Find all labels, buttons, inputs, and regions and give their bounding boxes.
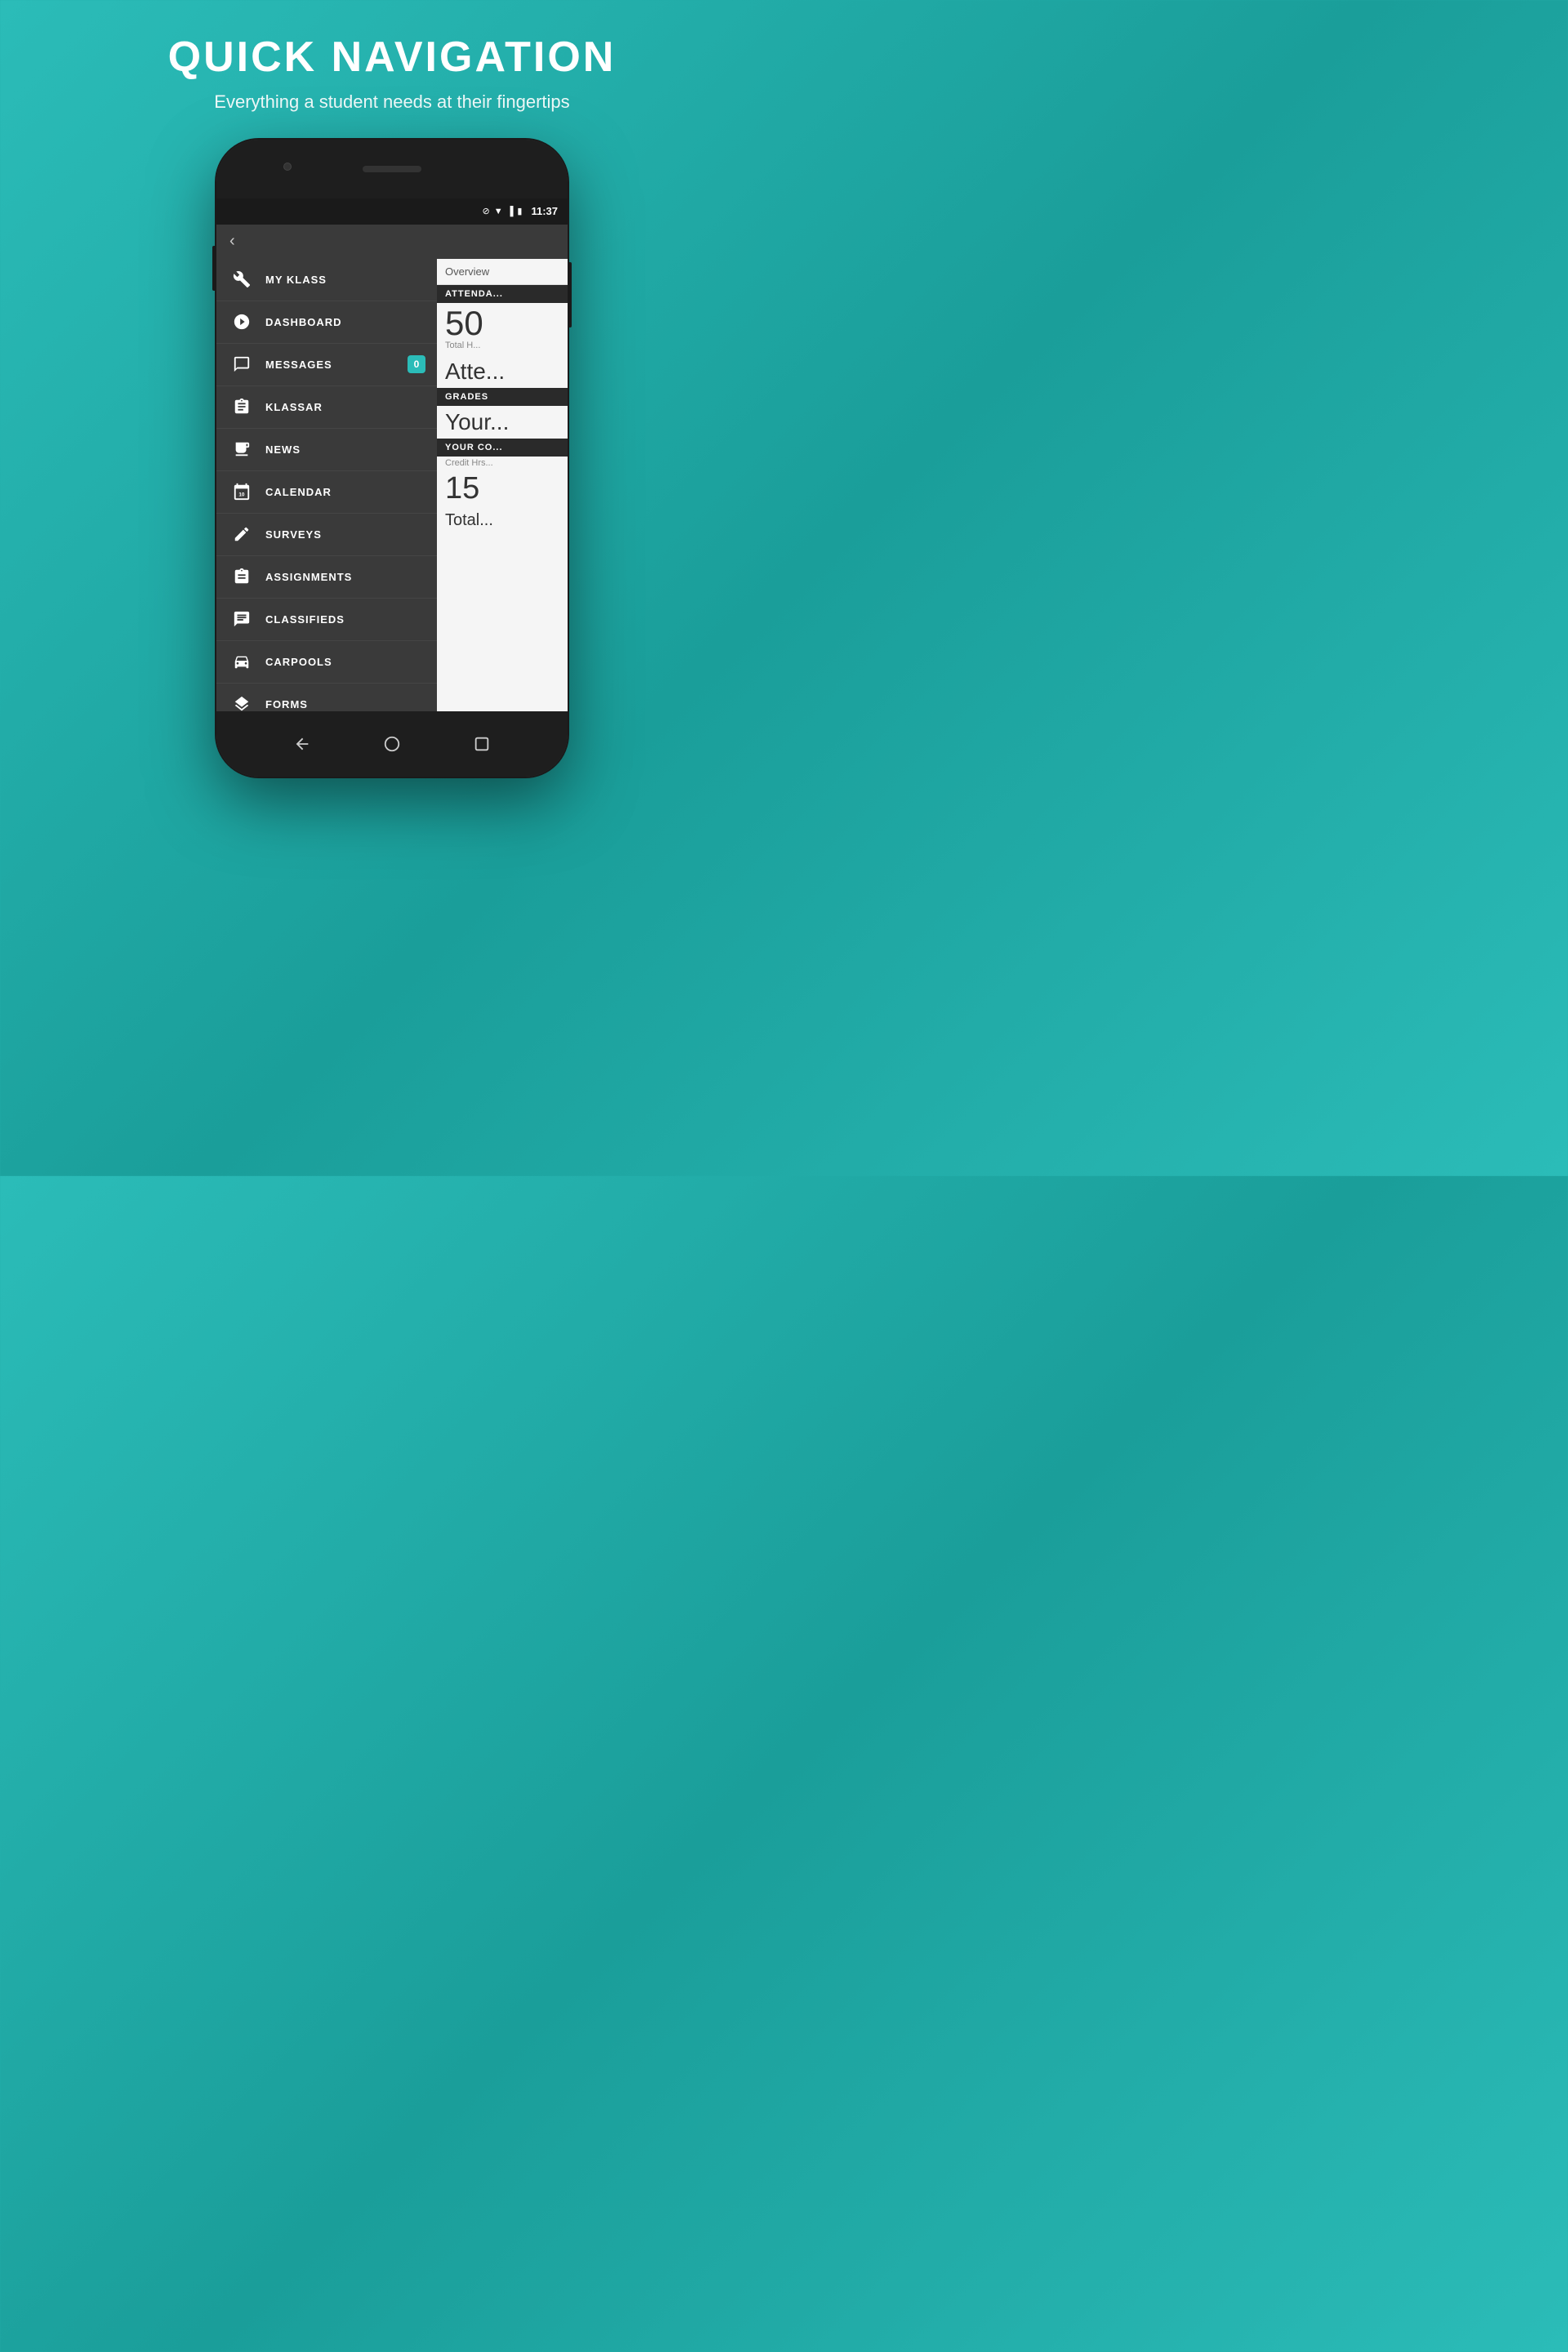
total-label: Total...	[437, 508, 568, 533]
status-bar: ⊘ ▼ ▐ ▮ 11:37	[216, 198, 568, 225]
battery-icon: ▮	[517, 206, 522, 216]
attendance-section-header: ATTENDA...	[437, 285, 568, 303]
sidebar-item-surveys[interactable]: SURVEYS	[216, 514, 437, 556]
sidebar-item-forms-label: FORMS	[265, 698, 308, 710]
sidebar-item-classifieds-label: CLASSIFIEDS	[265, 613, 345, 626]
wifi-icon: ▼	[494, 207, 503, 216]
grades-text: Your...	[437, 406, 568, 439]
nav-menu: MY KLASS DASHBOARD	[216, 259, 437, 711]
status-icons: ⊘ ▼ ▐ ▮ 11:37	[482, 205, 558, 217]
phone-screen: ⊘ ▼ ▐ ▮ 11:37 ‹	[216, 198, 568, 711]
credit-label: Credit Hrs...	[437, 457, 568, 470]
page-subtitle: Everything a student needs at their fing…	[168, 90, 617, 115]
sidebar-item-news-label: NEWS	[265, 443, 301, 456]
book-icon	[229, 394, 254, 419]
sidebar-item-assignments-label: ASSIGNMENTS	[265, 571, 352, 583]
messages-badge: 0	[408, 355, 425, 373]
back-arrow-icon[interactable]: ‹	[229, 232, 235, 251]
phone-bottom-bezel	[216, 711, 568, 777]
grades-section-header: GRADES	[437, 388, 568, 406]
overview-label: Overview	[437, 259, 568, 285]
sidebar-item-klassar[interactable]: KlassAR	[216, 386, 437, 429]
back-button[interactable]	[291, 733, 314, 755]
sidebar-item-carpools[interactable]: CARPOOLS	[216, 641, 437, 684]
sidebar-item-carpools-label: CARPOOLS	[265, 656, 332, 668]
sidebar-item-news[interactable]: NEWS	[216, 429, 437, 471]
wrench-icon	[229, 267, 254, 292]
phone-mockup: ⊘ ▼ ▐ ▮ 11:37 ‹	[216, 140, 568, 777]
dashboard-icon	[229, 310, 254, 334]
attendance-number: 50	[437, 303, 568, 341]
status-time: 11:37	[531, 205, 558, 217]
sidebar-item-forms[interactable]: FORMS	[216, 684, 437, 711]
sidebar-item-messages-label: MESSAGES	[265, 359, 332, 371]
right-panel: Overview ATTENDA... 50 Total H... Atte..…	[437, 259, 568, 711]
recents-button[interactable]	[470, 733, 493, 755]
calendar-icon: 10	[229, 479, 254, 504]
sidebar-item-calendar[interactable]: 10 CALENDAR	[216, 471, 437, 514]
message-icon	[229, 352, 254, 376]
attendance-label: Total H...	[437, 341, 568, 355]
car-icon	[229, 649, 254, 674]
pencil-icon	[229, 522, 254, 546]
clipboard-icon	[229, 564, 254, 589]
prohibited-icon: ⊘	[482, 206, 489, 216]
attendance-text: Atte...	[437, 355, 568, 388]
screen-body: ‹ MY KLASS	[216, 225, 568, 711]
sidebar-item-my-klass[interactable]: MY KLASS	[216, 259, 437, 301]
nav-top-bar: ‹	[216, 225, 568, 259]
sidebar-item-calendar-label: CALENDAR	[265, 486, 332, 498]
screen-content: MY KLASS DASHBOARD	[216, 259, 568, 711]
layers-icon	[229, 692, 254, 711]
home-button[interactable]	[381, 733, 403, 755]
credit-number: 15	[437, 470, 568, 508]
front-camera	[283, 163, 292, 171]
sidebar-item-surveys-label: SURVEYS	[265, 528, 322, 541]
phone-top-bezel	[216, 140, 568, 198]
signal-icon: ▐	[507, 207, 514, 216]
svg-text:10: 10	[238, 492, 245, 498]
sidebar-item-my-klass-label: MY KLASS	[265, 274, 327, 286]
speaker	[363, 166, 421, 172]
classifieds-icon	[229, 607, 254, 631]
courses-section-header: YOUR CO...	[437, 439, 568, 457]
newspaper-icon	[229, 437, 254, 461]
sidebar-item-assignments[interactable]: ASSIGNMENTS	[216, 556, 437, 599]
sidebar-item-dashboard-label: DASHBOARD	[265, 316, 342, 328]
page-header: QUICK NAVIGATION Everything a student ne…	[168, 33, 617, 115]
sidebar-item-messages[interactable]: MESSAGES 0	[216, 344, 437, 386]
page-title: QUICK NAVIGATION	[168, 33, 617, 82]
sidebar-item-classifieds[interactable]: CLASSIFIEDS	[216, 599, 437, 641]
sidebar-item-dashboard[interactable]: DASHBOARD	[216, 301, 437, 344]
sidebar-item-klassar-label: KlassAR	[265, 401, 323, 413]
